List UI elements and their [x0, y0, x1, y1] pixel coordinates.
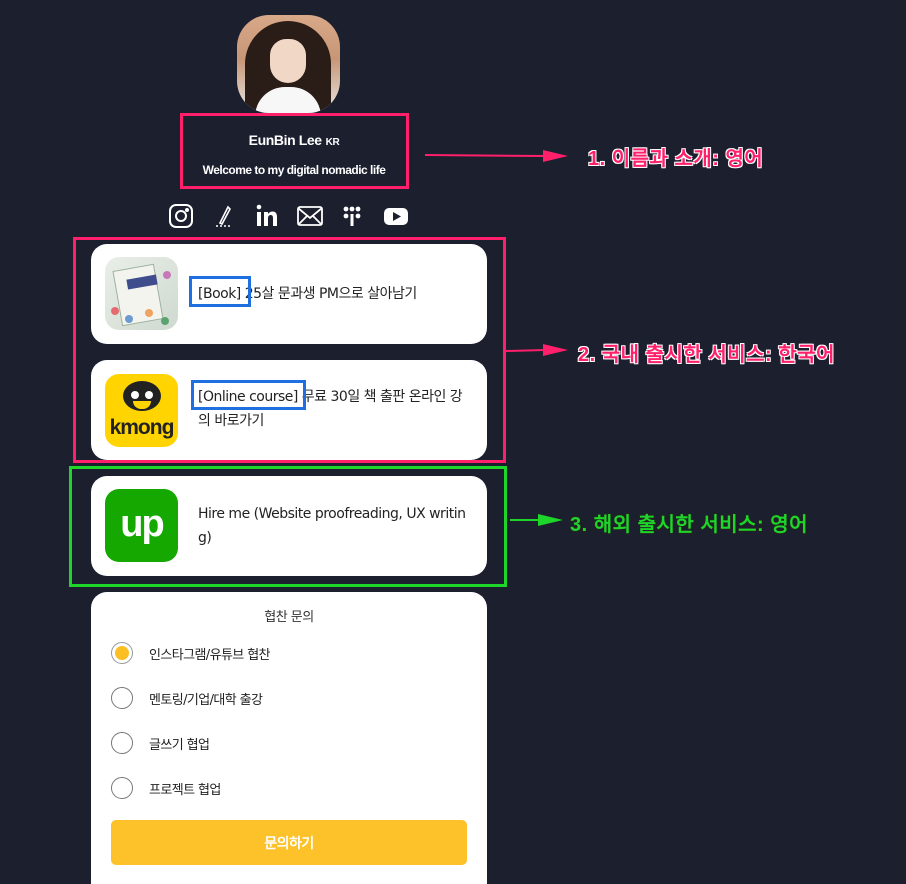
arrow-1: [424, 150, 568, 162]
annotation-text-2: 2. 국내 출시한 서비스: 한국어: [578, 344, 835, 366]
annotation-text-1: 1. 이름과 소개: 영어: [588, 148, 764, 170]
annotation-text-3: 3. 해외 출시한 서비스: 영어: [570, 514, 809, 536]
arrow-2: [505, 344, 568, 356]
annotation-arrows: [424, 150, 568, 526]
arrow-3: [510, 514, 563, 526]
